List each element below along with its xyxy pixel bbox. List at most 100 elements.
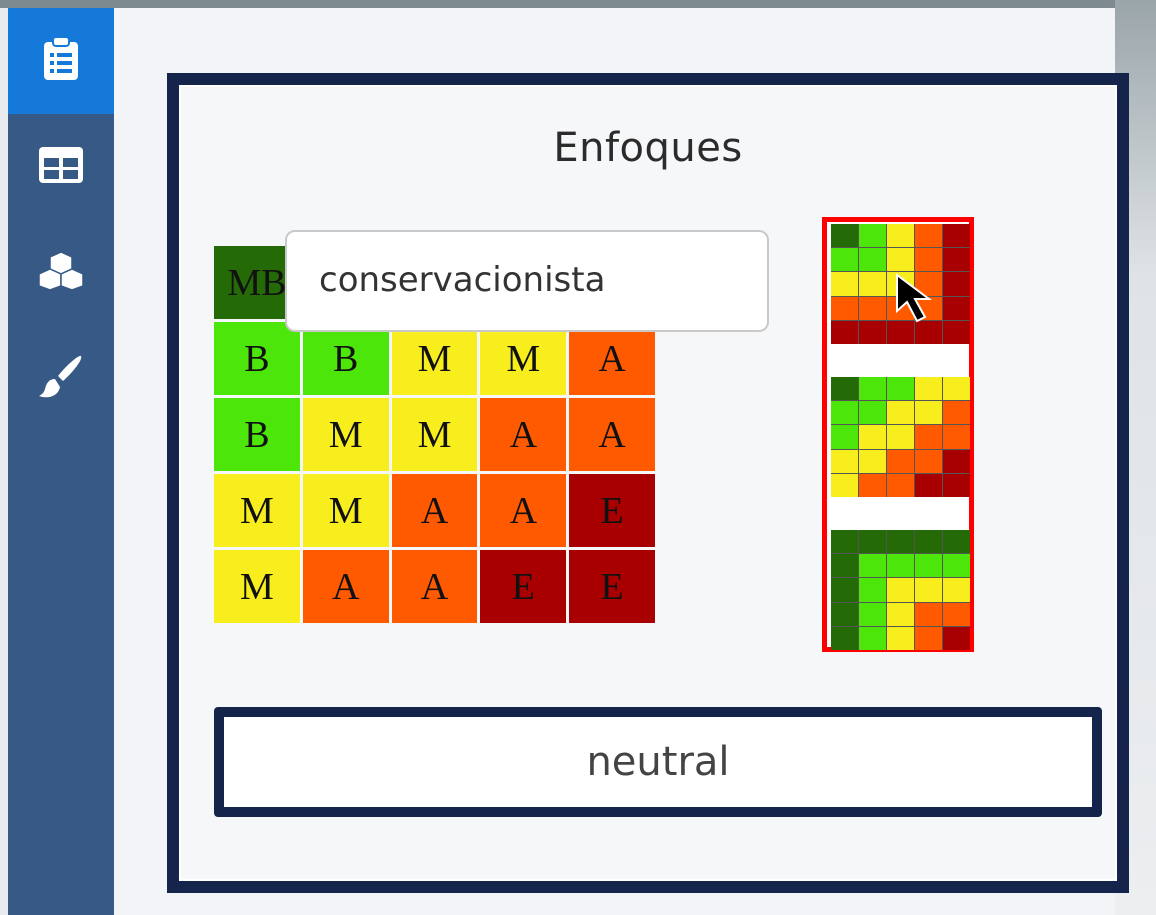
thumbnail-cell	[943, 626, 970, 650]
matrix-thumbnail-2[interactable]	[831, 377, 970, 497]
thumbnail-cell	[831, 530, 858, 554]
thumbnail-cell	[943, 401, 970, 425]
matrix-cell: B	[302, 322, 389, 395]
thumbnail-cell	[859, 320, 886, 344]
thumbnail-cell	[859, 377, 886, 401]
thumbnail-cell	[859, 554, 886, 578]
thumbnail-cell	[887, 602, 914, 626]
thumbnail-cell	[887, 578, 914, 602]
thumbnail-cell	[943, 377, 970, 401]
matrix-cell: B	[214, 322, 300, 395]
matrix-cell: M	[302, 474, 389, 547]
page-title: Enfoques	[553, 125, 743, 171]
mouse-pointer-icon	[895, 273, 945, 330]
thumbnail-cell	[831, 401, 858, 425]
thumbnail-cell	[831, 602, 858, 626]
matrix-cell: M	[480, 322, 567, 395]
paint-brush-icon	[38, 354, 84, 405]
thumbnail-cell	[943, 578, 970, 602]
thumbnail-cell	[915, 401, 942, 425]
thumbnail-cell	[943, 224, 970, 248]
matrix-cell: A	[391, 474, 478, 547]
matrix-cell: E	[569, 550, 655, 623]
thumbnail-cell	[887, 425, 914, 449]
sidebar-item-table[interactable]	[8, 114, 114, 220]
window-top-edge	[0, 0, 1156, 8]
thumbnail-cell	[831, 554, 858, 578]
thumbnail-cell	[859, 401, 886, 425]
thumbnail-cell	[831, 296, 858, 320]
thumbnail-cell	[887, 554, 914, 578]
thumbnail-cell	[943, 296, 970, 320]
thumbnail-cell	[943, 449, 970, 473]
tooltip-text: conservacionista	[319, 260, 606, 300]
matrix-cell: A	[391, 550, 478, 623]
thumbnail-cell	[831, 272, 858, 296]
matrix-cell: A	[569, 322, 655, 395]
matrix-cell: M	[391, 398, 478, 471]
thumbnail-cell	[859, 425, 886, 449]
matrix-cell: A	[480, 474, 567, 547]
clipboard-list-icon	[42, 35, 80, 87]
thumbnail-cell	[859, 530, 886, 554]
thumbnail-cell	[887, 473, 914, 497]
tooltip: conservacionista	[285, 230, 790, 332]
thumbnail-cell	[887, 248, 914, 272]
thumbnail-cell	[831, 425, 858, 449]
thumbnail-cell	[943, 272, 970, 296]
thumbnail-cell	[831, 626, 858, 650]
sidebar	[8, 8, 114, 915]
thumbnail-cell	[943, 554, 970, 578]
thumbnail-cell	[915, 248, 942, 272]
thumbnail-cell	[943, 425, 970, 449]
sidebar-item-clipboard[interactable]	[8, 8, 114, 114]
thumbnail-cell	[831, 449, 858, 473]
matrix-cell: M	[214, 474, 300, 547]
sidebar-item-paint[interactable]	[8, 326, 114, 432]
thumbnail-cell	[831, 473, 858, 497]
thumbnail-cell	[915, 554, 942, 578]
sidebar-item-cubes[interactable]	[8, 220, 114, 326]
thumbnail-cell	[915, 425, 942, 449]
thumbnail-cell	[915, 530, 942, 554]
matrix-cell: E	[569, 474, 655, 547]
thumbnail-cell	[859, 296, 886, 320]
thumbnail-cell	[831, 248, 858, 272]
thumbnail-cell	[831, 320, 858, 344]
thumbnail-cell	[859, 602, 886, 626]
thumbnail-cell	[859, 224, 886, 248]
matrix-cell: A	[480, 398, 567, 471]
thumbnail-cell	[831, 224, 858, 248]
thumbnail-cell	[943, 320, 970, 344]
thumbnail-cell	[943, 248, 970, 272]
thumbnail-cell	[831, 578, 858, 602]
thumbnail-cell	[943, 530, 970, 554]
thumbnail-cell	[915, 626, 942, 650]
thumbnail-cell	[915, 224, 942, 248]
thumbnail-cell	[943, 473, 970, 497]
thumbnail-cell	[859, 578, 886, 602]
thumbnail-cell	[915, 377, 942, 401]
thumbnail-cell	[887, 449, 914, 473]
cubes-icon	[38, 250, 84, 296]
table-icon	[38, 146, 84, 189]
matrix-thumbnail-3[interactable]	[831, 530, 970, 650]
thumbnail-cell	[915, 602, 942, 626]
matrix-cell: A	[569, 398, 655, 471]
thumbnail-cell	[887, 401, 914, 425]
matrix-cell: M	[214, 550, 300, 623]
thumbnail-cell	[859, 626, 886, 650]
thumbnail-cell	[887, 530, 914, 554]
approach-option-neutral[interactable]: neutral	[214, 707, 1102, 817]
matrix-cell: M	[302, 398, 389, 471]
matrix-cell: M	[391, 322, 478, 395]
matrix-cell: A	[302, 550, 389, 623]
thumbnail-cell	[859, 272, 886, 296]
matrix-cell: E	[480, 550, 567, 623]
thumbnail-cell	[943, 602, 970, 626]
thumbnail-cell	[887, 377, 914, 401]
thumbnail-cell	[915, 449, 942, 473]
thumbnail-cell	[859, 449, 886, 473]
thumbnail-cell	[915, 473, 942, 497]
thumbnail-cell	[887, 224, 914, 248]
